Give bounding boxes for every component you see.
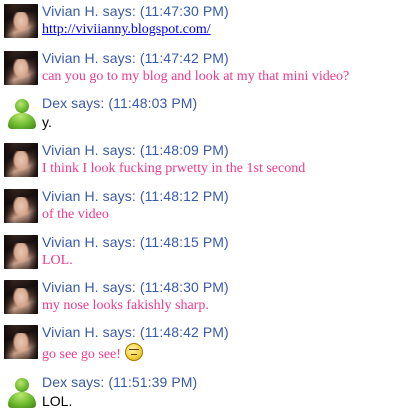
- message-text: of the video: [42, 207, 109, 222]
- chat-transcript: Vivian H. says: (11:47:30 PM) http://viv…: [0, 0, 418, 419]
- message-header: Vivian H. says: (11:48:42 PM): [42, 324, 229, 340]
- message-header: Vivian H. says: (11:47:30 PM): [42, 3, 229, 19]
- chat-message: Vivian H. says: (11:47:42 PM) can you go…: [0, 49, 418, 93]
- buddy-icon: [4, 96, 38, 130]
- chat-message: Vivian H. says: (11:48:42 PM) go see go …: [0, 323, 418, 367]
- buddy-icon: [4, 375, 38, 409]
- chat-message: Vivian H. says: (11:48:30 PM) my nose lo…: [0, 278, 418, 322]
- message-text: my nose looks fakishly sharp.: [42, 298, 209, 313]
- vivian-avatar: [4, 235, 38, 269]
- message-text: go see go see!: [42, 347, 121, 362]
- message-header: Vivian H. says: (11:48:09 PM): [42, 142, 229, 158]
- vivian-avatar: [4, 51, 38, 85]
- message-text: LOL.: [42, 393, 73, 409]
- chat-message: Vivian H. says: (11:48:12 PM) of the vid…: [0, 187, 418, 231]
- message-header: Vivian H. says: (11:47:42 PM): [42, 50, 229, 66]
- vivian-avatar: [4, 143, 38, 177]
- message-header: Vivian H. says: (11:48:15 PM): [42, 234, 229, 250]
- message-text: y.: [42, 114, 52, 130]
- message-text: can you go to my blog and look at my tha…: [42, 69, 350, 84]
- message-text: I think I look fucking prwetty in the 1s…: [42, 161, 306, 176]
- message-header: Dex says: (11:48:03 PM): [42, 95, 198, 111]
- message-text: LOL.: [42, 253, 73, 268]
- chat-message: Vivian H. says: (11:48:09 PM) I think I …: [0, 141, 418, 185]
- vivian-avatar: [4, 189, 38, 223]
- chat-message: Vivian H. says: (11:47:30 PM) http://viv…: [0, 2, 418, 46]
- blog-link[interactable]: http://viviianny.blogspot.com/: [42, 22, 211, 38]
- message-header: Vivian H. says: (11:48:12 PM): [42, 188, 229, 204]
- chat-message: Dex says: (11:48:03 PM) y.: [0, 94, 418, 138]
- thinking-emoticon-icon: [124, 343, 143, 361]
- chat-message: Vivian H. says: (11:48:15 PM) LOL.: [0, 233, 418, 277]
- vivian-avatar: [4, 325, 38, 359]
- message-header: Dex says: (11:51:39 PM): [42, 374, 198, 390]
- vivian-avatar: [4, 280, 38, 314]
- message-text-with-emoticon: go see go see!: [42, 343, 143, 363]
- chat-message: Dex says: (11:51:39 PM) LOL.: [0, 373, 418, 417]
- vivian-avatar: [4, 4, 38, 38]
- message-header: Vivian H. says: (11:48:30 PM): [42, 279, 229, 295]
